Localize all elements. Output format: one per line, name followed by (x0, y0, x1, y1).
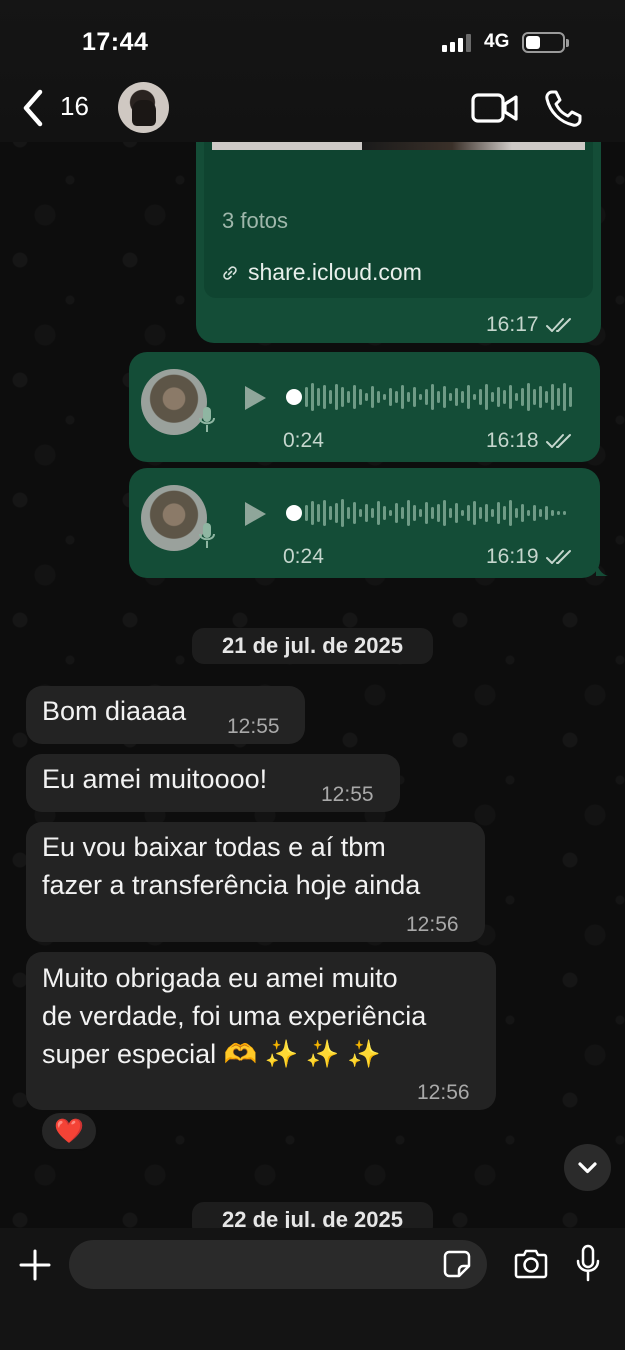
audio-waveform[interactable] (285, 495, 580, 531)
voice-duration: 0:24 (283, 545, 324, 568)
link-preview-card[interactable]: 3 fotos share.icloud.com (204, 120, 593, 298)
incoming-message[interactable]: Eu vou baixar todas e aí tbm fazer a tra… (26, 822, 485, 942)
voice-duration: 0:24 (283, 429, 324, 452)
status-time: 17:44 (82, 28, 149, 56)
scroll-to-bottom-button[interactable] (564, 1144, 611, 1191)
message-text: Bom diaaaa (42, 696, 187, 726)
bubble-tail (596, 560, 608, 576)
message-text: Eu vou baixar todas e aí tbm fazer a tra… (42, 832, 421, 900)
outgoing-link-message[interactable]: 3 fotos share.icloud.com 16:17 (196, 120, 601, 343)
message-time: 16:17 (486, 313, 539, 336)
date-separator: 21 de jul. de 2025 (192, 628, 433, 664)
mic-icon (199, 523, 215, 548)
play-icon[interactable] (242, 384, 268, 412)
message-text: Muito obrigada eu amei muito de verdade,… (42, 963, 427, 1069)
signal-strength-icon (442, 34, 471, 52)
message-time: 16:18 (486, 429, 539, 452)
message-text: Eu amei muitoooo! (42, 764, 268, 794)
link-icon (223, 265, 237, 280)
mic-icon (199, 407, 215, 432)
message-time: 12:55 (321, 783, 374, 806)
message-meta: 16:17 (486, 313, 575, 337)
video-call-icon[interactable] (471, 92, 519, 124)
incoming-message[interactable]: Eu amei muitoooo! 12:55 (26, 754, 400, 812)
message-meta: 16:19 (486, 545, 575, 569)
incoming-message[interactable]: Muito obrigada eu amei muito de verdade,… (26, 952, 496, 1110)
back-chevron-icon[interactable] (16, 86, 56, 130)
incoming-message[interactable]: Bom diaaaa 12:55 (26, 686, 305, 744)
link-row[interactable]: share.icloud.com (222, 259, 422, 286)
plus-icon[interactable] (18, 1248, 52, 1282)
voice-record-icon[interactable] (575, 1244, 601, 1282)
message-input-bar (0, 1228, 625, 1350)
message-input[interactable] (69, 1240, 487, 1289)
play-icon[interactable] (242, 500, 268, 528)
outgoing-voice-message[interactable]: 0:24 16:19 (129, 468, 600, 578)
chat-header: 17:44 4G 16 (0, 0, 625, 142)
network-type: 4G (484, 31, 510, 52)
message-time: 16:19 (486, 545, 539, 568)
message-time: 12:56 (406, 913, 459, 936)
camera-icon[interactable] (513, 1248, 549, 1280)
heart-reaction[interactable]: ❤️ (40, 1111, 98, 1151)
link-url[interactable]: share.icloud.com (248, 259, 422, 286)
message-time: 12:55 (227, 715, 280, 738)
phone-icon[interactable] (542, 88, 584, 130)
message-time: 12:56 (417, 1081, 470, 1104)
sticker-icon[interactable] (443, 1250, 471, 1278)
message-meta: 16:18 (486, 429, 575, 453)
double-check-icon (545, 434, 571, 448)
battery-icon (522, 32, 569, 53)
unread-count[interactable]: 16 (60, 91, 89, 122)
audio-waveform[interactable] (285, 379, 580, 415)
photos-count: 3 fotos (222, 208, 289, 233)
chevron-down-icon (578, 1162, 597, 1174)
double-check-icon (545, 318, 571, 332)
outgoing-voice-message[interactable]: 0:24 16:18 (129, 352, 600, 462)
double-check-icon (545, 550, 571, 564)
contact-avatar[interactable] (118, 82, 169, 133)
